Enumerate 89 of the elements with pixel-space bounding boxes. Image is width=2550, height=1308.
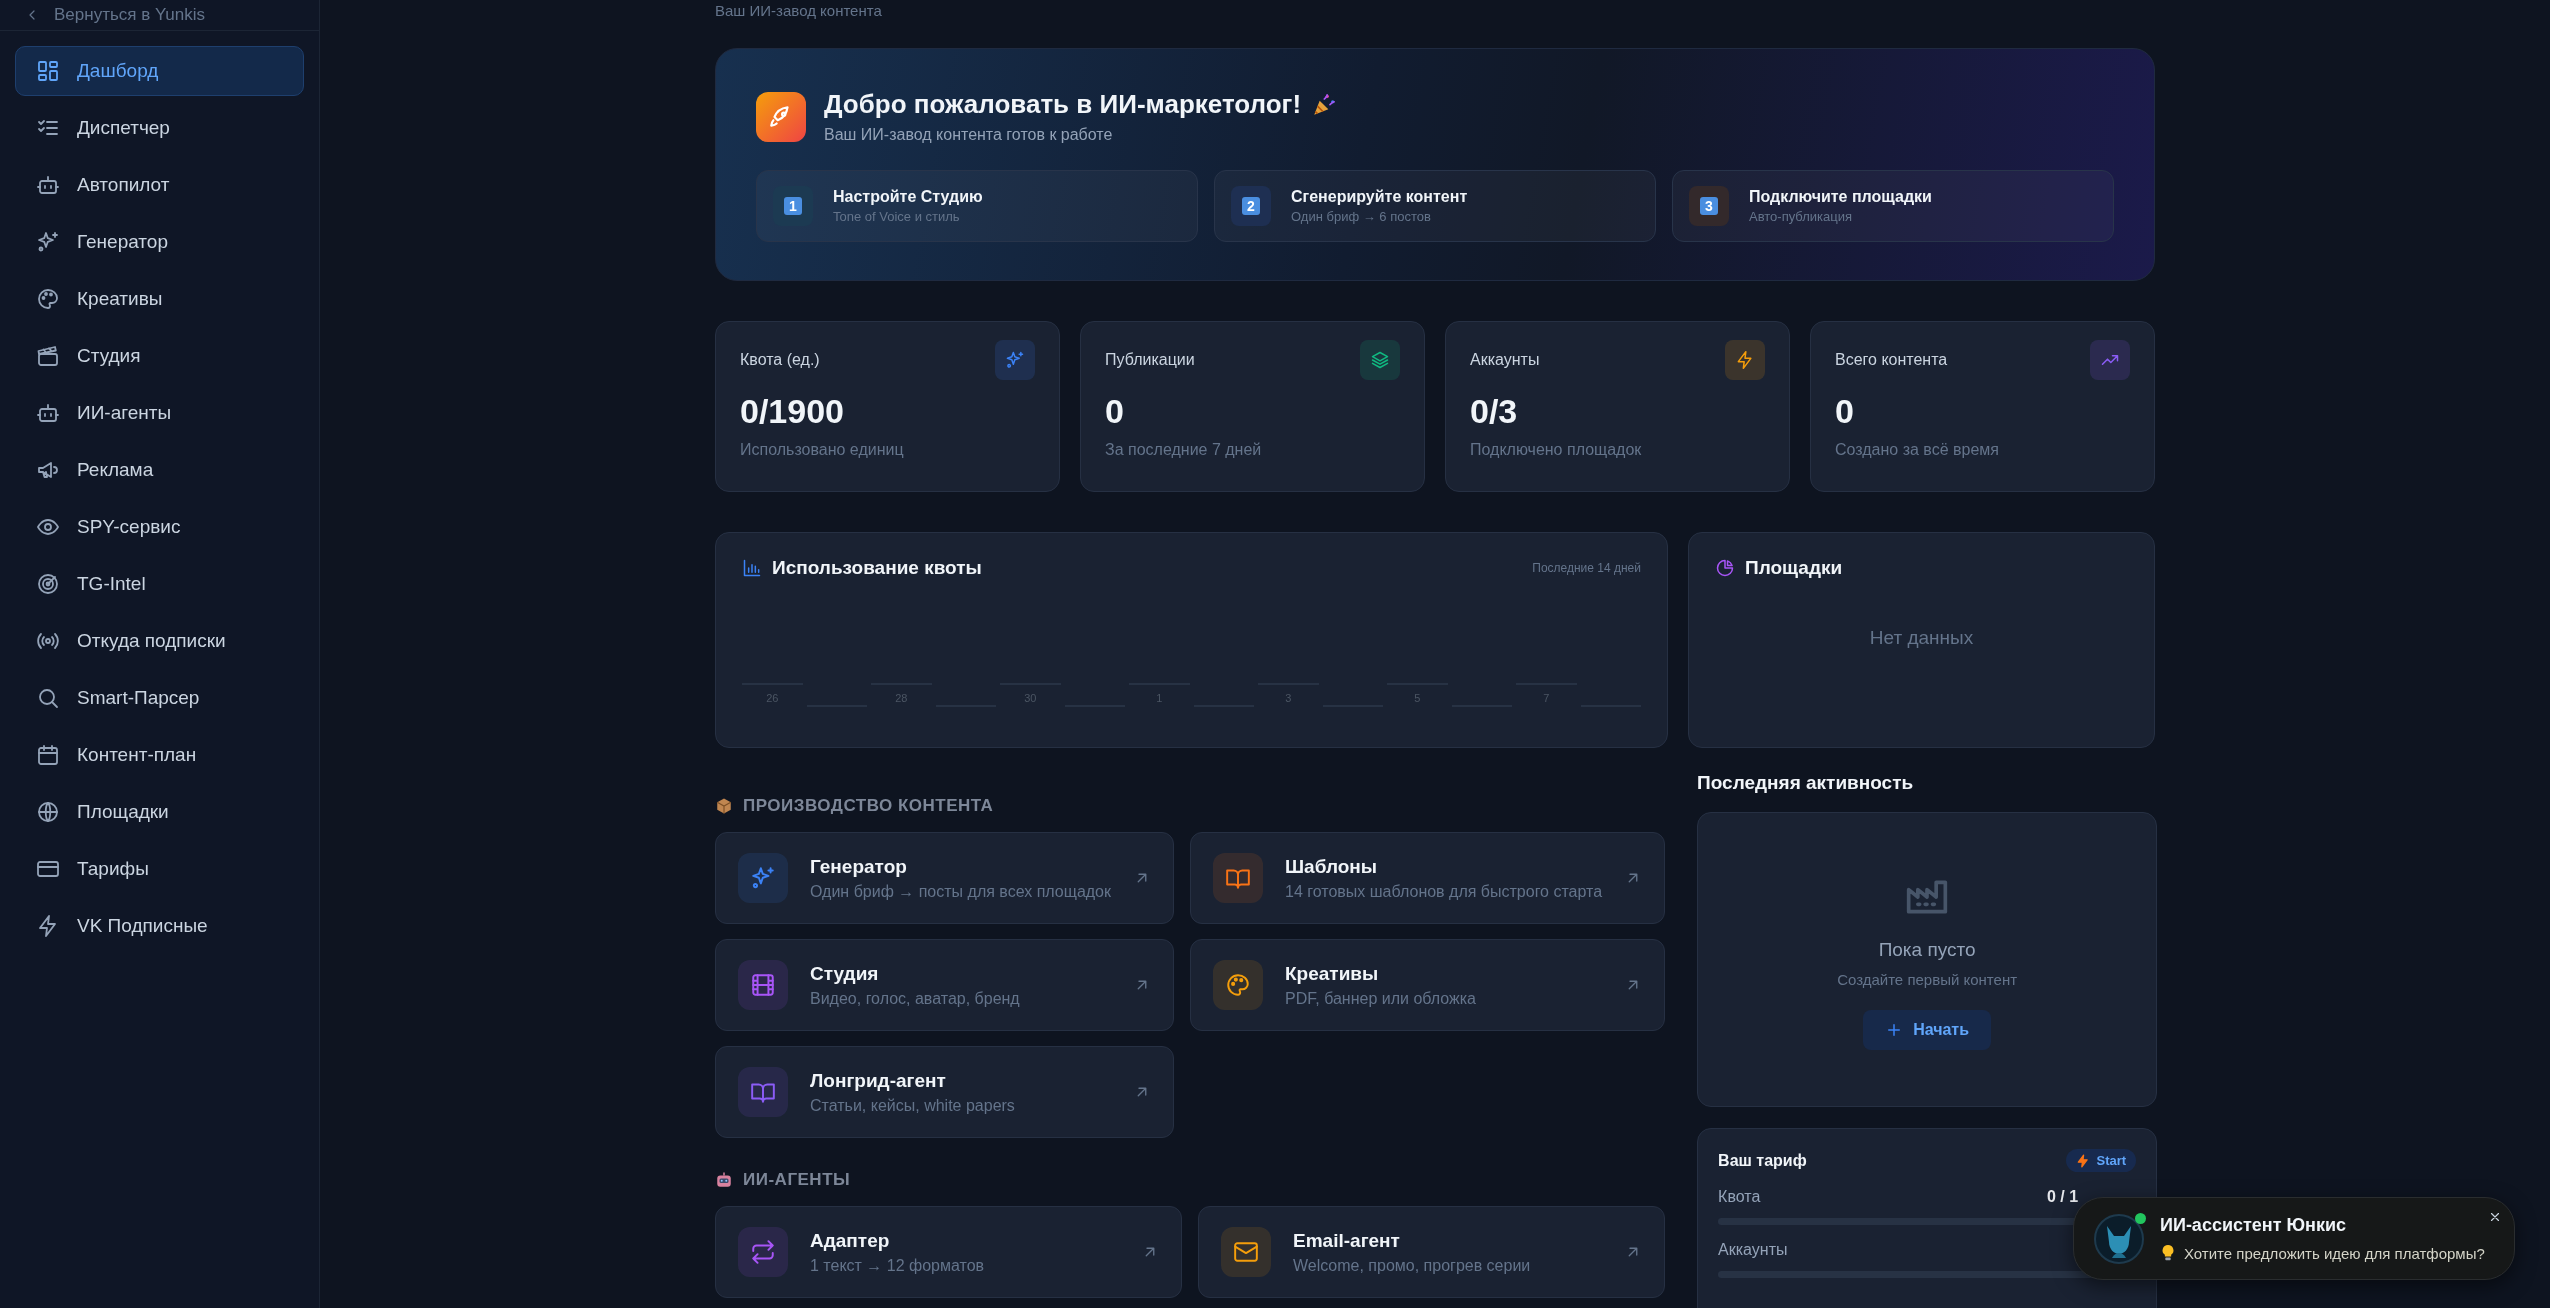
sidebar-item[interactable]: Реклама [15, 445, 304, 495]
feature-card[interactable]: Креативы PDF, баннер или обложка [1190, 939, 1666, 1031]
package-icon [715, 797, 733, 815]
party-popper-icon [1311, 91, 1338, 118]
sidebar-item[interactable]: Откуда подписки [15, 616, 304, 666]
onboarding-step[interactable]: 1 Настройте Студию Tone of Voice и стиль [756, 170, 1198, 242]
section-heading: ИИ-АГЕНТЫ [743, 1170, 851, 1190]
stat-label: Всего контента [1835, 351, 1948, 369]
step-tile: 1 [773, 186, 813, 226]
sidebar-item[interactable]: Диспетчер [15, 103, 304, 153]
welcome-title: Добро пожаловать в ИИ-маркетолог! [824, 89, 1302, 120]
stat-value: 0 [1835, 392, 1855, 431]
welcome-subtitle: Ваш ИИ-завод контента готов к работе [824, 126, 1114, 144]
robot-icon [715, 1171, 733, 1189]
meter-label: Аккаунты [1718, 1241, 1788, 1259]
globe-icon [36, 800, 60, 824]
step-tile: 2 [1231, 186, 1271, 226]
sidebar-item[interactable]: TG-Intel [15, 559, 304, 609]
sparkles-icon [1005, 350, 1025, 370]
onboarding-step[interactable]: 3 Подключите площадки Авто-публикация [1672, 170, 2114, 242]
layers-icon [1370, 350, 1390, 370]
range-label: Последние 14 дней [1532, 561, 1641, 575]
avatar-icon [2094, 1213, 2144, 1264]
stat-value: 0/3 [1470, 392, 1519, 431]
sidebar-item[interactable]: Контент-план [15, 730, 304, 780]
chart-title: Использование квоты [772, 557, 982, 579]
empty-state-text: Нет данных [1868, 627, 1975, 649]
film-icon [750, 972, 776, 998]
tariff-title: Ваш тариф [1718, 1151, 1807, 1170]
feature-card[interactable]: Лонгрид-агент Статьи, кейсы, white papers [715, 1046, 1174, 1138]
sidebar-item[interactable]: VK Подписные [15, 901, 304, 951]
pie-chart-icon [1715, 558, 1735, 578]
sidebar-item[interactable]: Автопилот [15, 160, 304, 210]
palette-icon [1225, 972, 1251, 998]
assistant-name: ИИ-ассистент Юнкис [2160, 1215, 2347, 1236]
card-title: Площадки [1745, 557, 1843, 579]
stat-label: Публикации [1105, 351, 1195, 369]
robot-icon [36, 173, 60, 197]
stat-caption: За последние 7 дней [1105, 441, 1263, 459]
empty-title: Пока пусто [1878, 939, 1976, 961]
bar-chart-icon [742, 558, 762, 578]
start-button[interactable]: Начать [1863, 1010, 1992, 1050]
stat-label: Квота (ед.) [740, 351, 820, 369]
stat-label: Аккаунты [1470, 351, 1540, 369]
clapperboard-icon [36, 344, 60, 368]
search-icon [36, 686, 60, 710]
stat-value: 0 [1105, 392, 1125, 431]
feature-card[interactable]: Адаптер 1 текст → 12 форматов [715, 1206, 1183, 1298]
sidebar-item[interactable]: Студия [15, 331, 304, 381]
feature-card[interactable]: Генератор Один бриф → посты для всех площадок [715, 832, 1174, 924]
sidebar-item[interactable]: Креативы [15, 274, 304, 324]
sidebar-item[interactable]: ИИ-агенты [15, 388, 304, 438]
sidebar-item[interactable]: Дашборд [15, 46, 304, 96]
robot-icon [36, 401, 60, 425]
sidebar-item[interactable]: Генератор [15, 217, 304, 267]
feature-card[interactable]: Шаблоны 14 готовых шаблонов для быстрого старта [1190, 832, 1666, 924]
rocket-icon [756, 91, 806, 142]
stat-value: 0/1900 [740, 392, 845, 431]
plan-badge: Start [2066, 1149, 2137, 1172]
palette-icon [36, 287, 60, 311]
feature-card[interactable]: Email-агент Welcome, промо, прогрев серии [1198, 1206, 1666, 1298]
sidebar-item[interactable]: Площадки [15, 787, 304, 837]
stat-caption: Создано за всё время [1835, 441, 2000, 459]
section-heading: Последняя активность [1697, 772, 1915, 795]
stat-caption: Использовано единиц [740, 441, 905, 459]
sidebar-item[interactable]: SPY-сервис [15, 502, 304, 552]
dashboard-icon [36, 59, 60, 83]
close-icon [2488, 1210, 2502, 1224]
mail-icon [1233, 1239, 1260, 1265]
section-heading: ПРОИЗВОДСТВО КОНТЕНТА [743, 796, 994, 816]
sparkles-icon [750, 865, 776, 891]
assistant-message: Хотите предложить идею для платформы? [2184, 1244, 2485, 1262]
back-link[interactable]: Вернуться в Yunkis [0, 0, 319, 31]
onboarding-step[interactable]: 2 Сгенерируйте контент Один бриф → 6 постов [1214, 170, 1656, 242]
sidebar-item[interactable]: Тарифы [15, 844, 304, 894]
lightning-icon [1735, 350, 1755, 370]
calendar-icon [36, 743, 60, 767]
empty-subtitle: Создайте первый контент [1837, 971, 2018, 988]
light-bulb-icon [2160, 1244, 2176, 1262]
sidebar-item[interactable]: Smart-Парсер [15, 673, 304, 723]
stat-caption: Подключено площадок [1470, 441, 1643, 459]
repeat-arrows-icon [750, 1239, 776, 1265]
feature-card[interactable]: Студия Видео, голос, аватар, бренд [715, 939, 1174, 1031]
step-tile: 3 [1689, 186, 1729, 226]
page-subtitle: Ваш ИИ-завод контента [715, 1, 883, 21]
sparkles-icon [36, 230, 60, 254]
lightning-icon [2076, 1153, 2091, 1168]
radar-icon [36, 572, 60, 596]
meter-label: Квота [1718, 1188, 1761, 1206]
